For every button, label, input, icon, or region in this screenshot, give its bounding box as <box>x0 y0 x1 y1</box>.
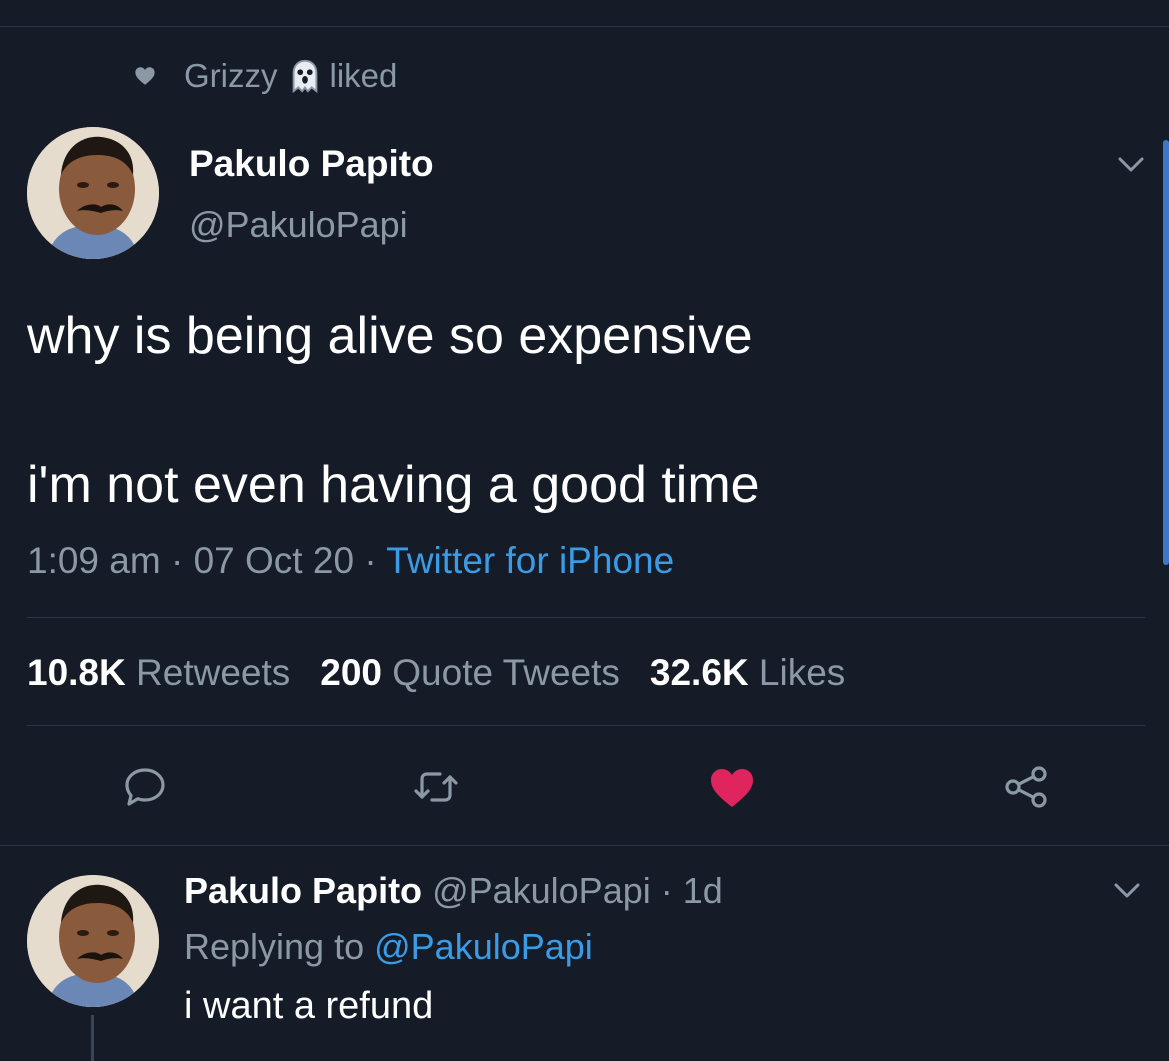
likes-label: Likes <box>758 652 846 693</box>
quote-tweets-label: Quote Tweets <box>392 652 620 693</box>
reply-avatar[interactable] <box>27 875 159 1007</box>
social-context-action: liked <box>329 57 398 94</box>
avatar-image <box>27 875 159 1007</box>
reply-header: Pakulo Papito @PakuloPapi · 1d <box>184 870 723 912</box>
avatar-image <box>27 127 159 259</box>
scrollbar[interactable] <box>1163 140 1169 565</box>
retweets-count: 10.8K <box>27 652 126 693</box>
retweets-stat[interactable]: 10.8K Retweets <box>27 652 290 693</box>
divider <box>27 725 1145 726</box>
author-display-name[interactable]: Pakulo Papito <box>189 143 434 185</box>
share-icon[interactable] <box>1002 763 1050 811</box>
divider <box>27 617 1145 618</box>
tweet-time[interactable]: 1:09 am <box>27 540 161 581</box>
tweet-text-line-2: i'm not even having a good time <box>27 456 760 514</box>
thread-line <box>91 1015 94 1061</box>
social-context-user[interactable]: Grizzy <box>184 57 278 95</box>
avatar[interactable] <box>27 127 159 259</box>
replying-to: Replying to @PakuloPapi <box>184 926 593 968</box>
chevron-down-icon[interactable] <box>1116 155 1146 175</box>
social-context: Grizzy liked <box>134 56 397 96</box>
reply-age[interactable]: 1d <box>683 870 723 911</box>
retweet-icon[interactable] <box>412 763 460 811</box>
separator-dot: · <box>364 540 377 581</box>
reply-author-name[interactable]: Pakulo Papito <box>184 870 422 911</box>
reply-author-handle[interactable]: @PakuloPapi <box>432 870 651 911</box>
ghost-emoji-icon <box>292 59 317 94</box>
tweet-date[interactable]: 07 Oct 20 <box>194 540 354 581</box>
quote-tweets-count: 200 <box>320 652 382 693</box>
separator-dot: · <box>660 870 673 911</box>
replying-to-label: Replying to <box>184 926 365 967</box>
separator-dot: · <box>170 540 184 581</box>
chevron-down-icon[interactable] <box>1112 881 1142 901</box>
reply-text: i want a refund <box>184 985 434 1027</box>
tweet-text-line-1: why is being alive so expensive <box>27 307 753 365</box>
quote-tweets-stat[interactable]: 200 Quote Tweets <box>320 652 620 693</box>
like-icon[interactable] <box>708 763 756 811</box>
likes-stat[interactable]: 32.6K Likes <box>650 652 845 693</box>
tweet-source[interactable]: Twitter for iPhone <box>386 540 674 581</box>
heart-icon <box>135 67 155 85</box>
retweets-label: Retweets <box>136 652 291 693</box>
replying-to-mention[interactable]: @PakuloPapi <box>374 926 593 967</box>
section-divider <box>0 845 1169 846</box>
tweet-metadata: 1:09 am · 07 Oct 20 · Twitter for iPhone <box>27 540 674 582</box>
tweet-stats: 10.8K Retweets 200 Quote Tweets 32.6K Like… <box>27 652 845 694</box>
reply-icon[interactable] <box>121 763 169 811</box>
likes-count: 32.6K <box>649 652 749 693</box>
top-divider <box>0 26 1169 27</box>
author-handle[interactable]: @PakuloPapi <box>189 204 408 246</box>
